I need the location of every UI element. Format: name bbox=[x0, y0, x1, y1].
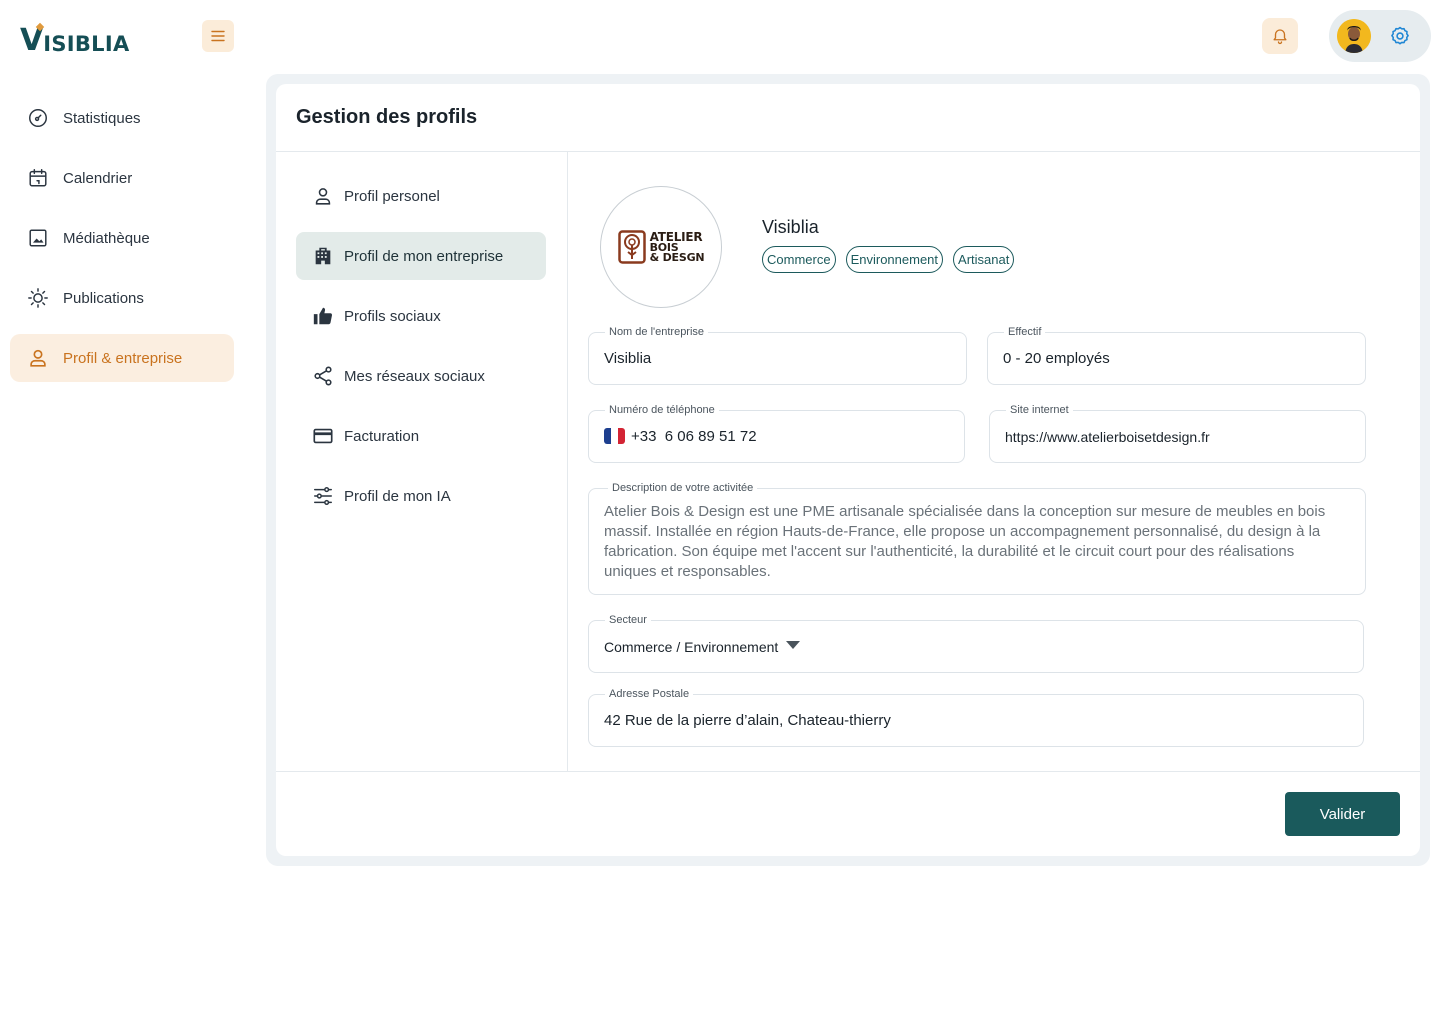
address-label: Adresse Postale bbox=[605, 688, 694, 700]
tab-label: Profils sociaux bbox=[344, 307, 441, 325]
caret-down-icon[interactable] bbox=[785, 640, 801, 650]
logo-text: ISIBLIA bbox=[43, 32, 130, 56]
notifications-button[interactable] bbox=[1262, 18, 1298, 54]
gear-icon bbox=[1391, 26, 1409, 45]
phone-input[interactable]: +33 6 06 89 51 72 bbox=[631, 428, 757, 445]
website-input[interactable]: https://www.atelierboisetdesign.fr bbox=[1005, 429, 1210, 445]
sidebar-item-publications[interactable]: Publications bbox=[10, 274, 234, 322]
sidebar-item-label: Statistiques bbox=[63, 109, 141, 127]
company-logo[interactable]: ATELIER BOIS & DESGN bbox=[600, 186, 722, 308]
user-icon bbox=[30, 349, 46, 367]
headcount-input[interactable]: 0 - 20 employés bbox=[1003, 350, 1110, 367]
tag-commerce[interactable]: Commerce bbox=[762, 246, 836, 273]
description-label: Description de votre activitée bbox=[608, 482, 758, 494]
divider bbox=[276, 151, 1420, 152]
divider bbox=[276, 771, 1420, 772]
company-name: Visiblia bbox=[762, 217, 819, 237]
sliders-icon bbox=[314, 487, 332, 505]
france-flag-icon[interactable] bbox=[604, 428, 625, 444]
headcount-label: Effectif bbox=[1004, 326, 1046, 338]
company-logo-text: ATELIER BOIS & DESGN bbox=[649, 230, 705, 264]
bell-icon bbox=[1273, 29, 1287, 45]
thumbs-up-icon bbox=[313, 307, 333, 325]
address-input[interactable]: 42 Rue de la pierre d’alain, Chateau-thi… bbox=[604, 712, 891, 729]
phone-label: Numéro de téléphone bbox=[605, 404, 719, 416]
logo-initial: V bbox=[20, 23, 44, 58]
sidebar-item-statistiques[interactable]: Statistiques bbox=[10, 94, 234, 142]
sidebar-item-label: Calendrier bbox=[63, 169, 133, 187]
tag-environnement[interactable]: Environnement bbox=[845, 246, 944, 273]
menu-toggle-button[interactable] bbox=[202, 20, 234, 52]
sector-value[interactable]: Commerce / Environnement bbox=[604, 639, 778, 655]
tab-facturation[interactable]: Facturation bbox=[296, 412, 546, 460]
sun-icon bbox=[28, 288, 48, 308]
sidebar-item-calendrier[interactable]: Calendrier bbox=[10, 154, 234, 202]
settings-button[interactable] bbox=[1386, 22, 1414, 50]
hamburger-icon bbox=[211, 30, 225, 42]
app-logo: V ISIBLIA bbox=[20, 23, 130, 58]
credit-card-icon bbox=[313, 428, 333, 444]
share-icon bbox=[314, 366, 332, 386]
tab-label: Profil de mon IA bbox=[344, 487, 451, 505]
tag-artisanat[interactable]: Artisanat bbox=[953, 246, 1015, 273]
sidebar-item-mediatheque[interactable]: Médiathèque bbox=[10, 214, 234, 262]
divider bbox=[567, 152, 568, 771]
tab-label: Facturation bbox=[344, 427, 420, 445]
description-textarea[interactable]: Atelier Bois & Design est une PME artisa… bbox=[604, 502, 1350, 582]
tab-label: Mes réseaux sociaux bbox=[344, 367, 485, 385]
user-icon bbox=[315, 188, 331, 205]
tab-label: Profil personel bbox=[344, 187, 440, 205]
website-label: Site internet bbox=[1006, 404, 1073, 416]
sidebar-item-label: Publications bbox=[63, 289, 144, 307]
tree-icon bbox=[617, 230, 646, 264]
image-icon bbox=[29, 229, 47, 247]
sidebar-item-profil-entreprise[interactable]: Profil & entreprise bbox=[10, 334, 234, 382]
sector-label: Secteur bbox=[605, 614, 651, 626]
avatar[interactable] bbox=[1337, 19, 1371, 53]
tab-label: Profil de mon entreprise bbox=[344, 247, 504, 265]
tab-mes-reseaux-sociaux[interactable]: Mes réseaux sociaux bbox=[296, 352, 546, 400]
building-icon bbox=[315, 247, 331, 265]
company-name-input[interactable]: Visiblia bbox=[604, 350, 651, 367]
gauge-icon bbox=[29, 109, 47, 127]
company-name-label: Nom de l'entreprise bbox=[605, 326, 709, 338]
sidebar-item-label: Profil & entreprise bbox=[63, 349, 183, 367]
calendar-icon bbox=[29, 169, 47, 187]
submit-button[interactable]: Valider bbox=[1285, 792, 1400, 836]
page-title: Gestion des profils bbox=[296, 106, 478, 128]
tab-profil-personel[interactable]: Profil personel bbox=[296, 172, 546, 220]
sidebar-item-label: Médiathèque bbox=[63, 229, 150, 247]
tab-profil-ia[interactable]: Profil de mon IA bbox=[296, 472, 546, 520]
company-tags: Commerce Environnement Artisanat bbox=[762, 246, 1015, 273]
tab-profil-entreprise[interactable]: Profil de mon entreprise bbox=[296, 232, 546, 280]
tab-profils-sociaux[interactable]: Profils sociaux bbox=[296, 292, 546, 340]
